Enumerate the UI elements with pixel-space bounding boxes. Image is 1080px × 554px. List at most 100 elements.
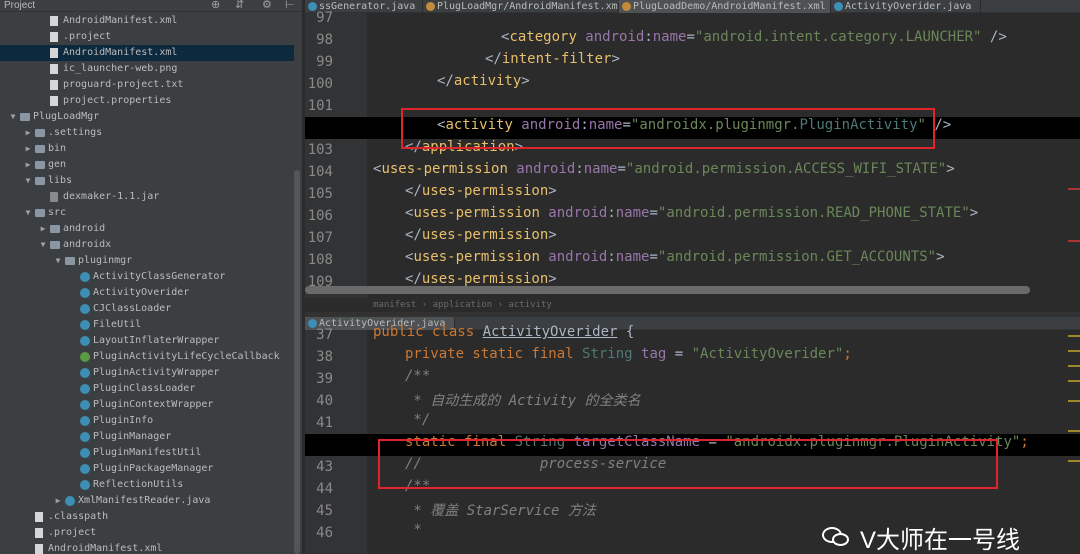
expand-arrow-icon[interactable]: ▶: [23, 157, 33, 173]
expand-arrow-icon[interactable]: ▶: [38, 221, 48, 237]
tree-item[interactable]: AndroidManifest.xml: [0, 541, 294, 554]
tree-item[interactable]: ▶ bin: [0, 141, 294, 157]
code-token: android: [548, 249, 608, 265]
sidebar-scrollbar[interactable]: [294, 170, 300, 554]
warning-marker[interactable]: [1068, 350, 1080, 352]
class-icon: [80, 448, 90, 458]
tree-item[interactable]: .project: [0, 29, 294, 45]
tree-item[interactable]: .project: [0, 525, 294, 541]
project-view-title[interactable]: Project: [4, 0, 35, 11]
code-line[interactable]: private static final String tag = "Activ…: [305, 346, 1080, 368]
expand-arrow-icon[interactable]: ▶: [23, 141, 33, 157]
tree-item[interactable]: ic_launcher-web.png: [0, 61, 294, 77]
tree-item[interactable]: ▼ src: [0, 205, 294, 221]
tree-item[interactable]: PluginClassLoader: [0, 381, 294, 397]
tree-item[interactable]: ▼ androidx: [0, 237, 294, 253]
tree-item[interactable]: FileUtil: [0, 317, 294, 333]
expand-arrow-icon[interactable]: ▶: [23, 125, 33, 141]
code-token: * 覆盖 StarService 方法: [405, 503, 596, 519]
code-line[interactable]: /**: [305, 478, 1080, 500]
tree-item[interactable]: .classpath: [0, 509, 294, 525]
tree-item[interactable]: PluginPackageManager: [0, 461, 294, 477]
tree-item[interactable]: PluginManifestUtil: [0, 445, 294, 461]
warning-marker[interactable]: [1068, 380, 1080, 382]
code-token: >: [611, 51, 620, 67]
tree-item[interactable]: proguard-project.txt: [0, 77, 294, 93]
code-line[interactable]: </activity>: [305, 73, 1080, 95]
hide-icon[interactable]: ⊢: [285, 0, 295, 11]
tree-item[interactable]: ▶ android: [0, 221, 294, 237]
code-line[interactable]: [305, 95, 1080, 117]
tree-item-label: bin: [48, 143, 67, 154]
tree-item-label: CJClassLoader: [93, 303, 172, 314]
tree-item-label: PluginPackageManager: [93, 463, 214, 474]
gear-icon[interactable]: ⚙: [262, 0, 272, 11]
tree-item[interactable]: ▼ pluginmgr: [0, 253, 294, 269]
tree-item[interactable]: PluginActivityLifeCycleCallback: [0, 349, 294, 365]
expand-arrow-icon[interactable]: ▼: [23, 205, 33, 221]
tree-item[interactable]: ▼ PlugLoadMgr: [0, 109, 294, 125]
code-line[interactable]: </application>: [305, 139, 1080, 161]
code-token: uses-permission: [421, 227, 549, 243]
code-line[interactable]: <uses-permission android:name="android.p…: [305, 205, 1080, 227]
tree-item-label: XmlManifestReader.java: [78, 495, 211, 506]
tree-item[interactable]: project.properties: [0, 93, 294, 109]
warning-marker[interactable]: [1068, 335, 1080, 337]
breadcrumb[interactable]: manifest › application › activity: [305, 298, 1080, 312]
expand-arrow-icon[interactable]: ▶: [53, 493, 63, 509]
code-line[interactable]: <category android:name="android.intent.c…: [305, 29, 1080, 51]
tree-item[interactable]: ReflectionUtils: [0, 477, 294, 493]
tree-item[interactable]: ActivityClassGenerator: [0, 269, 294, 285]
target-icon[interactable]: ⊕: [211, 0, 220, 11]
expand-arrow-icon[interactable]: ▼: [8, 109, 18, 125]
tree-item[interactable]: PluginActivityWrapper: [0, 365, 294, 381]
tree-item[interactable]: ▶ .settings: [0, 125, 294, 141]
code-token: =: [649, 205, 658, 221]
tree-item[interactable]: CJClassLoader: [0, 301, 294, 317]
error-marker[interactable]: [1068, 240, 1080, 242]
code-line[interactable]: [305, 7, 1080, 29]
tree-item-label: ReflectionUtils: [93, 479, 184, 490]
code-token: uses-permission: [381, 161, 517, 177]
code-line[interactable]: </uses-permission>: [305, 183, 1080, 205]
warning-marker[interactable]: [1068, 400, 1080, 402]
code-token: </: [405, 271, 422, 287]
expand-arrow-icon[interactable]: ▼: [23, 173, 33, 189]
code-token: uses-permission: [421, 183, 549, 199]
code-token: private static final: [405, 346, 583, 362]
tree-item[interactable]: PluginInfo: [0, 413, 294, 429]
code-line[interactable]: <uses-permission android:name="android.p…: [305, 161, 1080, 183]
code-line[interactable]: static final String targetClassName = "a…: [305, 434, 1080, 456]
tree-item[interactable]: PluginContextWrapper: [0, 397, 294, 413]
expand-arrow-icon[interactable]: ▼: [53, 253, 63, 269]
collapse-icon[interactable]: ⇵: [235, 0, 244, 11]
tree-item[interactable]: ▶ XmlManifestReader.java: [0, 493, 294, 509]
error-marker[interactable]: [1068, 188, 1080, 190]
tree-item[interactable]: AndroidManifest.xml: [0, 13, 294, 29]
expand-arrow-icon[interactable]: ▼: [38, 237, 48, 253]
code-line[interactable]: </intent-filter>: [305, 51, 1080, 73]
tree-item[interactable]: PluginManager: [0, 429, 294, 445]
code-line[interactable]: /**: [305, 368, 1080, 390]
code-line[interactable]: <uses-permission android:name="android.p…: [305, 249, 1080, 271]
package-icon: [65, 257, 75, 265]
tree-item[interactable]: ▶ gen: [0, 157, 294, 173]
warning-marker[interactable]: [1068, 365, 1080, 367]
code-token: "androidx.: [725, 434, 810, 450]
tree-item[interactable]: ▼ libs: [0, 173, 294, 189]
code-line[interactable]: <activity android:name="androidx.pluginm…: [305, 117, 1080, 139]
code-token: name: [615, 205, 650, 221]
horizontal-scrollbar[interactable]: [305, 286, 1030, 294]
code-line[interactable]: public class ActivityOverider {: [305, 324, 1080, 346]
code-line[interactable]: * 自动生成的 Activity 的全类名: [305, 390, 1080, 412]
warning-marker[interactable]: [1068, 430, 1080, 432]
tree-item-label: PluginActivityLifeCycleCallback: [93, 351, 280, 362]
tree-item[interactable]: AndroidManifest.xml: [0, 45, 294, 61]
tree-item[interactable]: ActivityOverider: [0, 285, 294, 301]
code-line[interactable]: </uses-permission>: [305, 227, 1080, 249]
tree-item[interactable]: LayoutInflaterWrapper: [0, 333, 294, 349]
code-line[interactable]: // process-service: [305, 456, 1080, 478]
warning-marker[interactable]: [1068, 460, 1080, 462]
code-line[interactable]: */: [305, 412, 1080, 434]
tree-item[interactable]: dexmaker-1.1.jar: [0, 189, 294, 205]
